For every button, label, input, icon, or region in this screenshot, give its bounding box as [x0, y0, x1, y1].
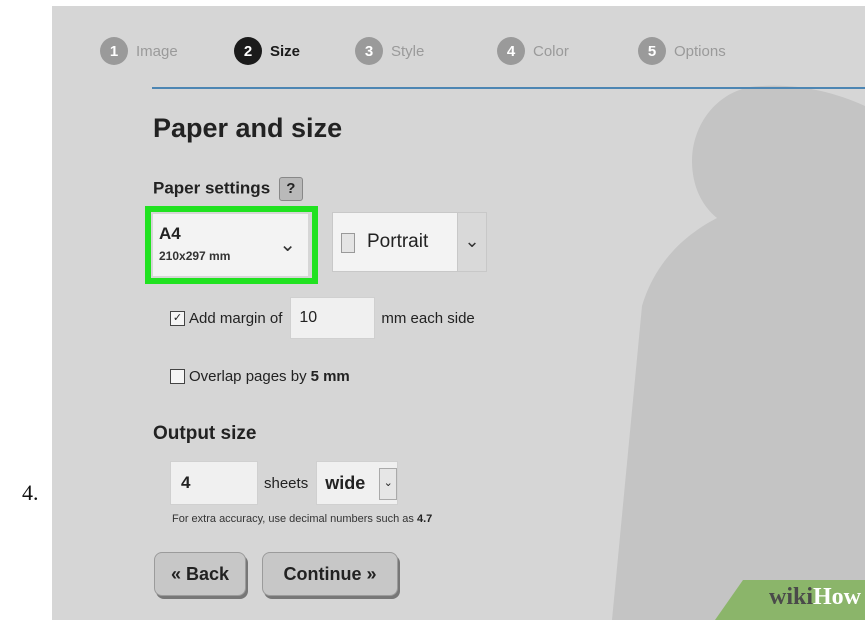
direction-select[interactable]: wide ⌄ [316, 461, 399, 505]
portrait-page-icon [341, 233, 355, 253]
paper-size-value: A4 [159, 224, 181, 243]
orientation-value: Portrait [367, 231, 429, 252]
watermark-part1: wiki [768, 584, 813, 610]
accuracy-hint: For extra accuracy, use decimal numbers … [172, 513, 432, 525]
sheets-row: 4 sheets wide ⌄ [170, 461, 399, 505]
help-icon[interactable]: ? [278, 177, 303, 201]
margin-input[interactable]: 10 [290, 297, 376, 339]
step-label: Color [533, 42, 569, 60]
output-size-heading: Output size [153, 423, 257, 444]
chevron-down-icon[interactable]: ⌄ [379, 468, 398, 500]
margin-unit: mm each side [381, 309, 475, 327]
list-marker: 4. [22, 480, 39, 505]
step-label: Options [674, 42, 726, 60]
step-image[interactable]: 1 Image [100, 36, 178, 66]
wikihow-watermark: wikiHow [769, 584, 861, 611]
chevron-down-icon: ⌄ [279, 234, 296, 256]
continue-button[interactable]: Continue » [262, 552, 398, 596]
overlap-checkbox[interactable] [170, 369, 185, 384]
hint-example: 4.7 [416, 513, 433, 525]
wizard-steps: 1 Image 2 Size 3 Style 4 Color 5 Options [100, 36, 820, 66]
step-color[interactable]: 4 Color [497, 36, 569, 66]
step-style[interactable]: 3 Style [355, 36, 424, 66]
margin-label: Add margin of [189, 309, 283, 327]
overlap-label: Overlap pages by [189, 368, 307, 385]
overlap-value: 5 mm [310, 368, 350, 385]
step-label: Image [136, 42, 178, 60]
paper-size-field: A4 210x297 mm ⌄ [153, 214, 308, 276]
margin-row: ✓ Add margin of 10 mm each side [170, 297, 475, 339]
paper-settings-label: Paper settings ? [153, 177, 303, 201]
step-number-icon: 3 [355, 37, 383, 65]
step-number-icon: 5 [638, 37, 666, 65]
page-title: Paper and size [153, 113, 343, 143]
step-number-icon: 4 [497, 37, 525, 65]
paper-dimensions: 210x297 mm [159, 249, 231, 263]
step-number-icon: 2 [234, 37, 262, 65]
direction-value: wide [325, 473, 366, 493]
step-label: Size [270, 42, 301, 60]
sheets-label: sheets [264, 474, 309, 492]
step-label: Style [391, 42, 425, 60]
paper-settings-text: Paper settings [153, 178, 271, 198]
watermark-part2: How [813, 584, 861, 610]
orientation-select[interactable]: Portrait ⌄ [332, 212, 487, 272]
chevron-down-icon[interactable]: ⌄ [457, 213, 486, 271]
back-button[interactable]: « Back [154, 552, 246, 596]
step-options[interactable]: 5 Options [638, 36, 726, 66]
margin-checkbox[interactable]: ✓ [170, 310, 185, 326]
hint-text: For extra accuracy, use decimal numbers … [172, 513, 414, 525]
step-size[interactable]: 2 Size [234, 36, 300, 66]
paper-size-select[interactable]: A4 210x297 mm ⌄ [145, 206, 318, 284]
overlap-row: Overlap pages by 5 mm [170, 368, 350, 385]
steps-divider [152, 87, 865, 89]
sheets-input[interactable]: 4 [170, 461, 258, 505]
screenshot-panel: 1 Image 2 Size 3 Style 4 Color 5 Options… [52, 6, 865, 620]
step-number-icon: 1 [100, 37, 128, 65]
